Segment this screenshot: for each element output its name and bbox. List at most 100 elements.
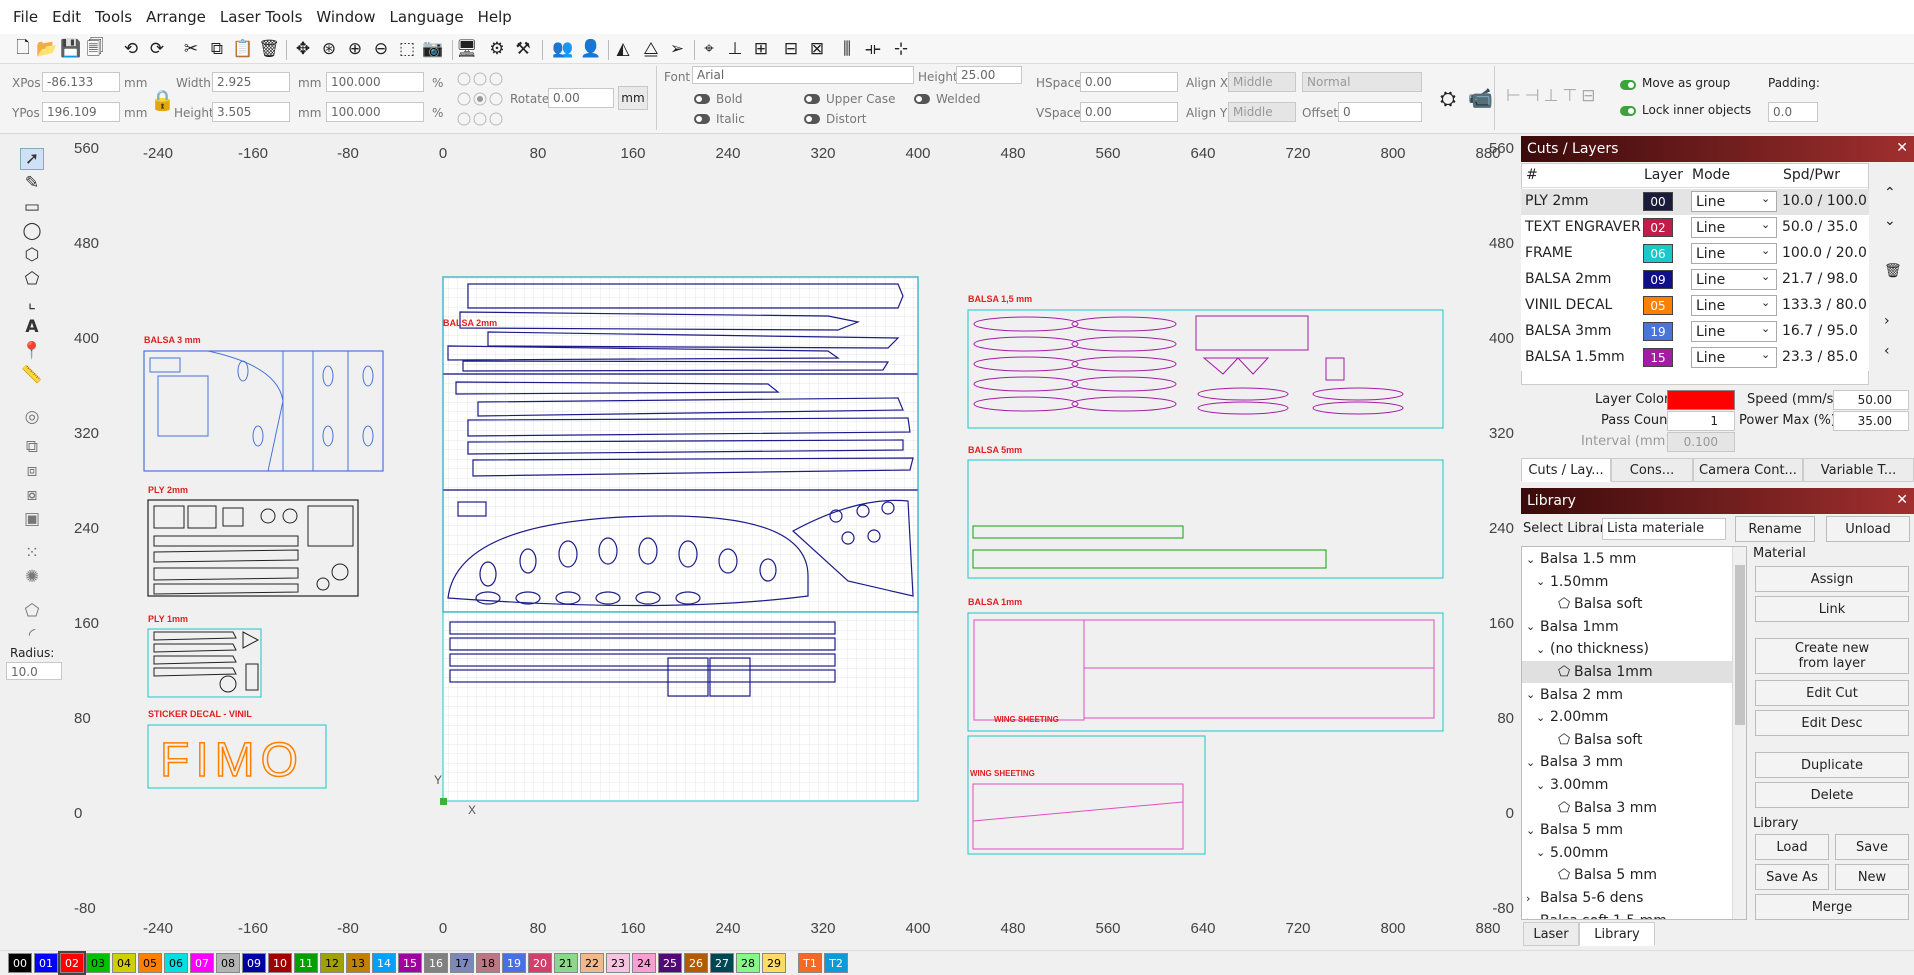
polygon-tool-icon[interactable]: ⬡ [20,244,44,266]
edit-desc-button[interactable]: Edit Desc [1755,710,1909,736]
tree-item[interactable]: ⬠ Balsa 3 mm [1522,797,1732,819]
palette-swatch[interactable]: 25 [658,953,682,973]
layer-number-swatch[interactable]: 02 [1643,218,1673,237]
link-button[interactable]: Link [1755,596,1909,622]
duplicate-button[interactable]: Duplicate [1755,752,1909,778]
users-icon[interactable]: 👥 [552,38,574,60]
menu-arrange[interactable]: Arrange [139,8,213,26]
palette-swatch[interactable]: 27 [710,953,734,973]
ypos-field[interactable]: 196.109 [42,102,120,122]
ellipse-tool-icon[interactable]: ◯ [20,220,44,242]
monitor-icon[interactable]: 🖥 [456,38,478,60]
save-as-icon[interactable]: 🗐 [84,38,106,60]
menu-window[interactable]: Window [309,8,382,26]
text-mode-select[interactable]: Normal [1302,72,1422,92]
tab-laser[interactable]: Laser [1523,922,1579,946]
power-max-field[interactable]: 35.00 [1833,411,1909,431]
tree-group[interactable]: ⌄ Balsa 1mm [1522,616,1732,638]
hspace-field[interactable]: 0.00 [1080,72,1178,92]
interval-field[interactable]: 0.100 [1667,432,1735,452]
padding-field[interactable]: 0.0 [1768,102,1818,122]
chevron-left-icon[interactable]: ‹ [1884,343,1890,359]
tree-group[interactable]: ⌄ Balsa 3 mm [1522,751,1732,773]
palette-swatch[interactable]: 08 [216,953,240,973]
send-icon[interactable]: ➢ [666,38,688,60]
palette-swatch[interactable]: 01 [34,953,58,973]
cut-icon[interactable]: ✂ [180,38,202,60]
open-file-icon[interactable]: 📂 [36,38,58,60]
layer-row[interactable]: TEXT ENGRAVER 02 Line ⌄ 50.0 / 35.0 [1521,215,1869,241]
unload-button[interactable]: Unload [1826,516,1910,542]
move-icon[interactable]: ✥ [292,38,314,60]
palette-swatch[interactable]: 12 [320,953,344,973]
measure-tool-icon[interactable]: 📏 [20,364,44,386]
tree-item[interactable]: ⬠ Balsa 1mm [1522,661,1732,683]
distribute-h-icon[interactable]: ⫼ [836,38,858,60]
palette-swatch[interactable]: 22 [580,953,604,973]
save-button[interactable]: Save [1835,834,1909,860]
palette-swatch[interactable]: 18 [476,953,500,973]
position-laser-icon[interactable]: 📍 [20,340,44,362]
layer-number-swatch[interactable]: 19 [1643,322,1673,341]
array-icon[interactable]: ⁙ [20,542,44,564]
palette-swatch[interactable]: 10 [268,953,292,973]
bold-toggle[interactable] [694,94,710,104]
palette-swatch[interactable]: 29 [762,953,786,973]
chevron-right-icon[interactable]: › [1884,313,1890,329]
xpos-field[interactable]: -86.133 [42,72,120,92]
paste-icon[interactable]: 📋 [232,38,254,60]
rounded-corner-icon[interactable]: ◜ [20,624,44,646]
lock-icon[interactable]: 🔒 [150,88,175,112]
load-button[interactable]: Load [1755,834,1829,860]
material-tree[interactable]: ⌄ Balsa 1.5 mm ⌄ 1.50mm ⬠ Balsa soft ⌄ Balsa 1m… [1521,546,1747,920]
tree-item[interactable]: ⬠ Balsa 5 mm [1522,864,1732,886]
distribute-v-icon[interactable]: ⟛ [862,38,884,60]
font-select[interactable]: Arial [692,66,914,84]
palette-swatch[interactable]: 06 [164,953,188,973]
menu-tools[interactable]: Tools [88,8,139,26]
undo-icon[interactable]: ⟲ [120,38,142,60]
offset-field[interactable]: 0 [1338,102,1422,122]
weld-icon[interactable]: ▣ [20,508,44,530]
layer-row[interactable]: VINIL DECAL 05 Line ⌄ 133.3 / 80.0 [1521,293,1869,319]
palette-swatch[interactable]: 20 [528,953,552,973]
tree-group[interactable]: ⌄ Balsa 5 mm [1522,819,1732,841]
palette-swatch[interactable]: 26 [684,953,708,973]
offset-tool-icon[interactable]: ◎ [20,406,44,428]
tree-group[interactable]: ⌄ 1.50mm [1522,571,1732,593]
rectangle-tool-icon[interactable]: ▭ [20,196,44,218]
palette-swatch[interactable]: 02 [58,951,86,975]
edit-nodes-icon[interactable]: ⬠ [20,268,44,290]
tools-icon[interactable]: ⚒ [512,38,534,60]
dock-icon[interactable]: ⊹ [890,38,912,60]
layer-number-swatch[interactable]: 06 [1643,244,1673,263]
unit-mm-button[interactable]: mm [618,86,648,110]
move-up-icon[interactable]: ⌃ [1884,185,1896,201]
palette-swatch[interactable]: 09 [242,953,266,973]
lock-inner-toggle[interactable] [1620,106,1636,116]
save-as-button[interactable]: Save As [1755,864,1829,890]
palette-swatch[interactable]: T2 [824,953,848,973]
text-tools-icon[interactable]: ⛭ [1440,86,1456,110]
new-button[interactable]: New [1835,864,1909,890]
align-middle-icon[interactable]: ⊠ [806,38,828,60]
palette-swatch[interactable]: 17 [450,953,474,973]
distort-toggle[interactable] [804,114,820,124]
palette-swatch[interactable]: 15 [398,953,422,973]
italic-toggle[interactable] [694,114,710,124]
delete-icon[interactable]: 🗑 [258,38,280,60]
layer-row[interactable]: FRAME 06 Line ⌄ 100.0 / 20.0 [1521,241,1869,267]
pencil-tool-icon[interactable]: ✎ [20,172,44,194]
layer-number-swatch[interactable]: 00 [1643,192,1673,211]
layer-row[interactable]: BALSA 1.5mm 15 Line ⌄ 23.3 / 85.0 [1521,345,1869,371]
font-height-field[interactable]: 25.00 [956,66,1022,84]
tree-group[interactable]: ⌄ 2.00mm [1522,706,1732,728]
tree-item[interactable]: ⬠ Balsa soft [1522,593,1732,615]
menu-language[interactable]: Language [383,8,471,26]
align-icon[interactable]: ⊥ [724,38,746,60]
tree-scrollbar[interactable] [1732,547,1746,919]
vspace-field[interactable]: 0.00 [1080,102,1178,122]
palette-swatch[interactable]: 19 [502,953,526,973]
palette-swatch[interactable]: 11 [294,953,318,973]
corner-tool-icon[interactable]: ⌞ [20,292,44,314]
